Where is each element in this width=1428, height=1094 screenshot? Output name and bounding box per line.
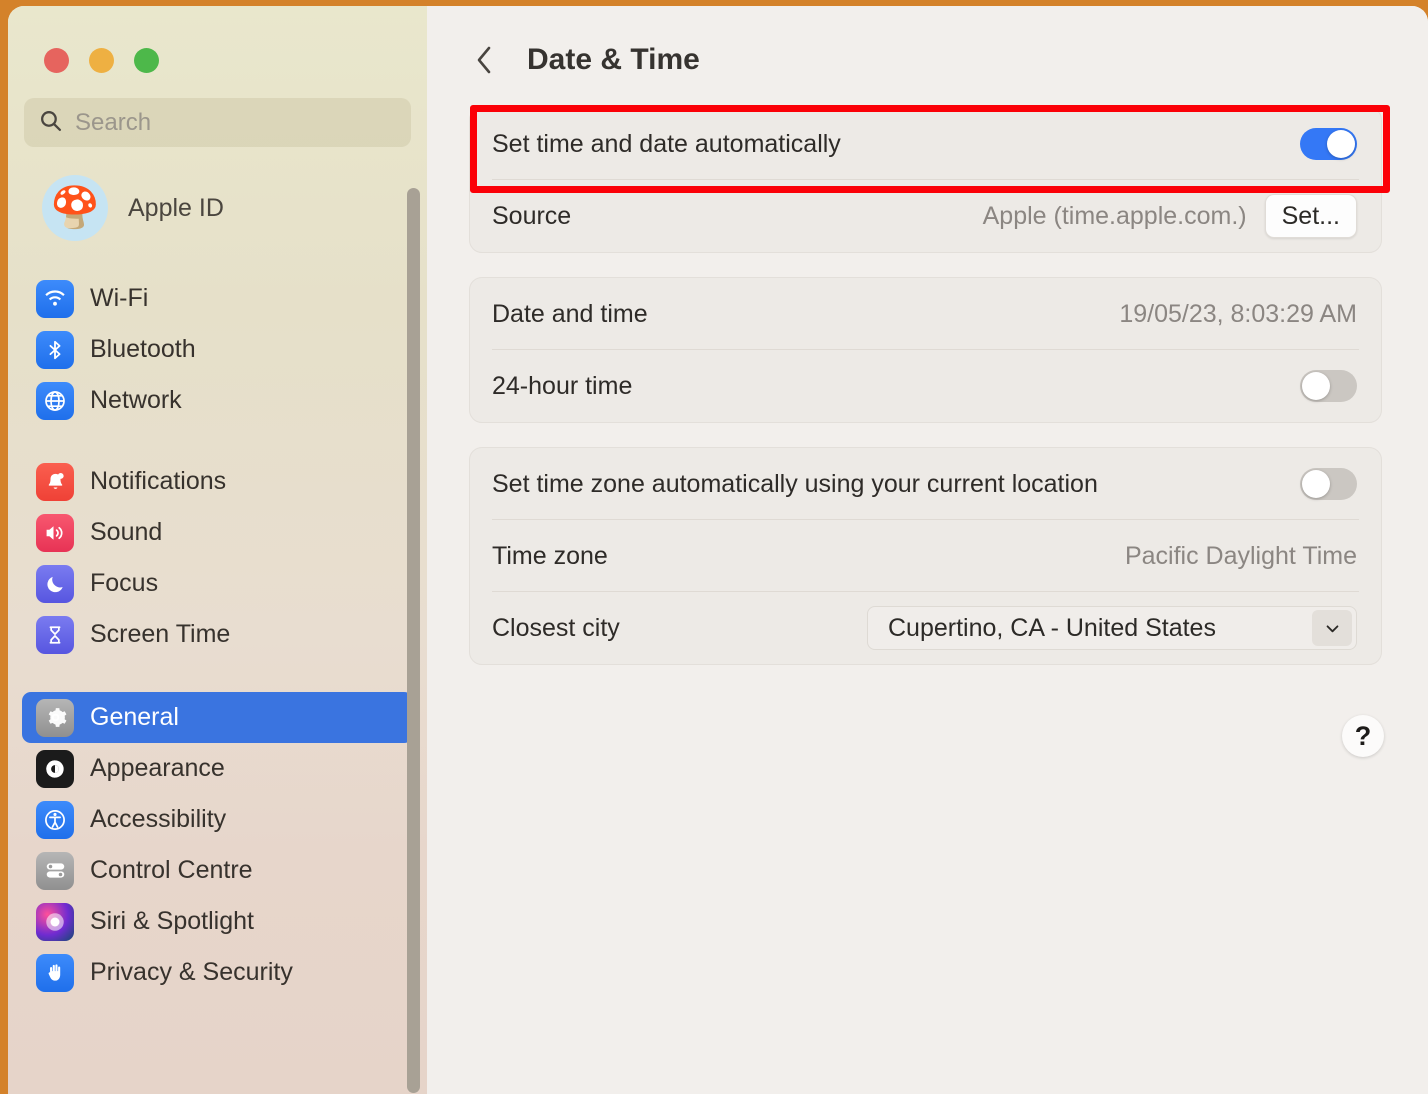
sidebar-item-privacy-security[interactable]: Privacy & Security (22, 947, 413, 998)
row-label: Closest city (492, 613, 620, 642)
sidebar-item-label: General (90, 703, 179, 731)
sidebar-item-network[interactable]: Network (22, 375, 413, 426)
row-time-zone: Time zone Pacific Daylight Time (470, 520, 1381, 592)
sidebar-item-label: Privacy & Security (90, 958, 293, 986)
sidebar-item-label: Control Centre (90, 856, 253, 884)
settings-cards: Set time and date automatically Source A… (427, 107, 1428, 665)
apple-id-row[interactable]: 🍄 Apple ID (34, 169, 364, 247)
row-label: Source (492, 201, 572, 230)
sidebar-group-general: General Appearance Accessibility Control… (22, 692, 413, 998)
traffic-lights (8, 6, 427, 73)
sidebar-item-label: Focus (90, 569, 159, 597)
gear-icon (36, 698, 74, 737)
accessibility-icon (36, 800, 74, 839)
hand-icon (36, 953, 74, 992)
sidebar-item-accessibility[interactable]: Accessibility (22, 794, 413, 845)
sidebar-item-label: Notifications (90, 467, 227, 495)
search-icon (38, 108, 63, 138)
page-title: Date & Time (527, 43, 700, 76)
sidebar-item-label: Network (90, 386, 182, 414)
sidebar-item-label: Screen Time (90, 620, 231, 648)
card-auto-time: Set time and date automatically Source A… (469, 107, 1382, 253)
sidebar-item-general[interactable]: General (22, 692, 413, 743)
wifi-icon (36, 279, 74, 318)
sidebar: 🍄 Apple ID Wi-Fi (8, 6, 427, 1094)
close-button[interactable] (44, 48, 69, 73)
chevron-down-icon[interactable] (1312, 610, 1352, 646)
row-label: Set time and date automatically (492, 129, 841, 158)
set-time-automatically-toggle[interactable] (1300, 128, 1357, 160)
row-source: Source Apple (time.apple.com.) Set... (470, 180, 1381, 252)
row-label: Set time zone automatically using your c… (492, 469, 1098, 498)
card-time-zone: Set time zone automatically using your c… (469, 447, 1382, 665)
row-label: Date and time (492, 299, 648, 328)
siri-icon (36, 902, 74, 941)
sidebar-item-siri-spotlight[interactable]: Siri & Spotlight (22, 896, 413, 947)
set-source-button[interactable]: Set... (1264, 194, 1357, 238)
help-button[interactable]: ? (1342, 715, 1384, 757)
sidebar-item-label: Siri & Spotlight (90, 907, 254, 935)
sidebar-item-label: Appearance (90, 754, 225, 782)
sidebar-item-appearance[interactable]: Appearance (22, 743, 413, 794)
row-label: 24-hour time (492, 371, 633, 400)
source-value: Apple (time.apple.com.) (982, 201, 1247, 230)
minimize-button[interactable] (89, 48, 114, 73)
sidebar-item-bluetooth[interactable]: Bluetooth (22, 324, 413, 375)
sidebar-item-label: Bluetooth (90, 335, 196, 363)
sidebar-group-system: Notifications Sound Focus Screen Time (22, 456, 413, 660)
date-and-time-value: 19/05/23, 8:03:29 AM (1119, 299, 1357, 328)
sidebar-item-label: Wi-Fi (90, 284, 149, 312)
control-centre-icon (36, 851, 74, 890)
toggle-knob (1327, 130, 1355, 158)
bell-icon (36, 462, 74, 501)
main-header: Date & Time (427, 6, 1428, 78)
search-input[interactable] (75, 108, 397, 137)
search-field[interactable] (24, 98, 411, 147)
moon-icon (36, 564, 74, 603)
sidebar-item-focus[interactable]: Focus (22, 558, 413, 609)
toggle-knob (1302, 470, 1330, 498)
sidebar-item-wi-fi[interactable]: Wi-Fi (22, 273, 413, 324)
main-panel: Date & Time Set time and date automatica… (427, 6, 1428, 1094)
row-24-hour-time[interactable]: 24-hour time (470, 350, 1381, 422)
set-time-zone-automatically-toggle[interactable] (1300, 468, 1357, 500)
speaker-icon (36, 513, 74, 552)
sidebar-item-screen-time[interactable]: Screen Time (22, 609, 413, 660)
card-date-time: Date and time 19/05/23, 8:03:29 AM 24-ho… (469, 277, 1382, 423)
closest-city-dropdown[interactable]: Cupertino, CA - United States (867, 606, 1357, 650)
row-closest-city: Closest city Cupertino, CA - United Stat… (470, 592, 1381, 664)
avatar: 🍄 (42, 175, 108, 241)
apple-id-label: Apple ID (128, 193, 224, 222)
row-date-and-time: Date and time 19/05/23, 8:03:29 AM (470, 278, 1381, 350)
sidebar-item-label: Sound (90, 518, 163, 546)
row-set-time-zone-automatically[interactable]: Set time zone automatically using your c… (470, 448, 1381, 520)
sidebar-item-control-centre[interactable]: Control Centre (22, 845, 413, 896)
closest-city-value: Cupertino, CA - United States (888, 613, 1216, 642)
hourglass-icon (36, 615, 74, 654)
appearance-icon (36, 749, 74, 788)
24-hour-time-toggle[interactable] (1300, 370, 1357, 402)
bluetooth-icon (36, 330, 74, 369)
time-zone-value: Pacific Daylight Time (1124, 541, 1357, 570)
sidebar-item-notifications[interactable]: Notifications (22, 456, 413, 507)
back-button[interactable] (469, 42, 499, 78)
sidebar-group-connectivity: Wi-Fi Bluetooth Network (22, 273, 413, 426)
sidebar-item-sound[interactable]: Sound (22, 507, 413, 558)
sidebar-scrollbar[interactable] (407, 188, 420, 1093)
row-label: Time zone (492, 541, 608, 570)
toggle-knob (1302, 372, 1330, 400)
sidebar-item-label: Accessibility (90, 805, 227, 833)
network-icon (36, 381, 74, 420)
row-set-time-automatically[interactable]: Set time and date automatically (470, 108, 1381, 180)
system-settings-window: 🍄 Apple ID Wi-Fi (8, 6, 1428, 1094)
zoom-button[interactable] (134, 48, 159, 73)
